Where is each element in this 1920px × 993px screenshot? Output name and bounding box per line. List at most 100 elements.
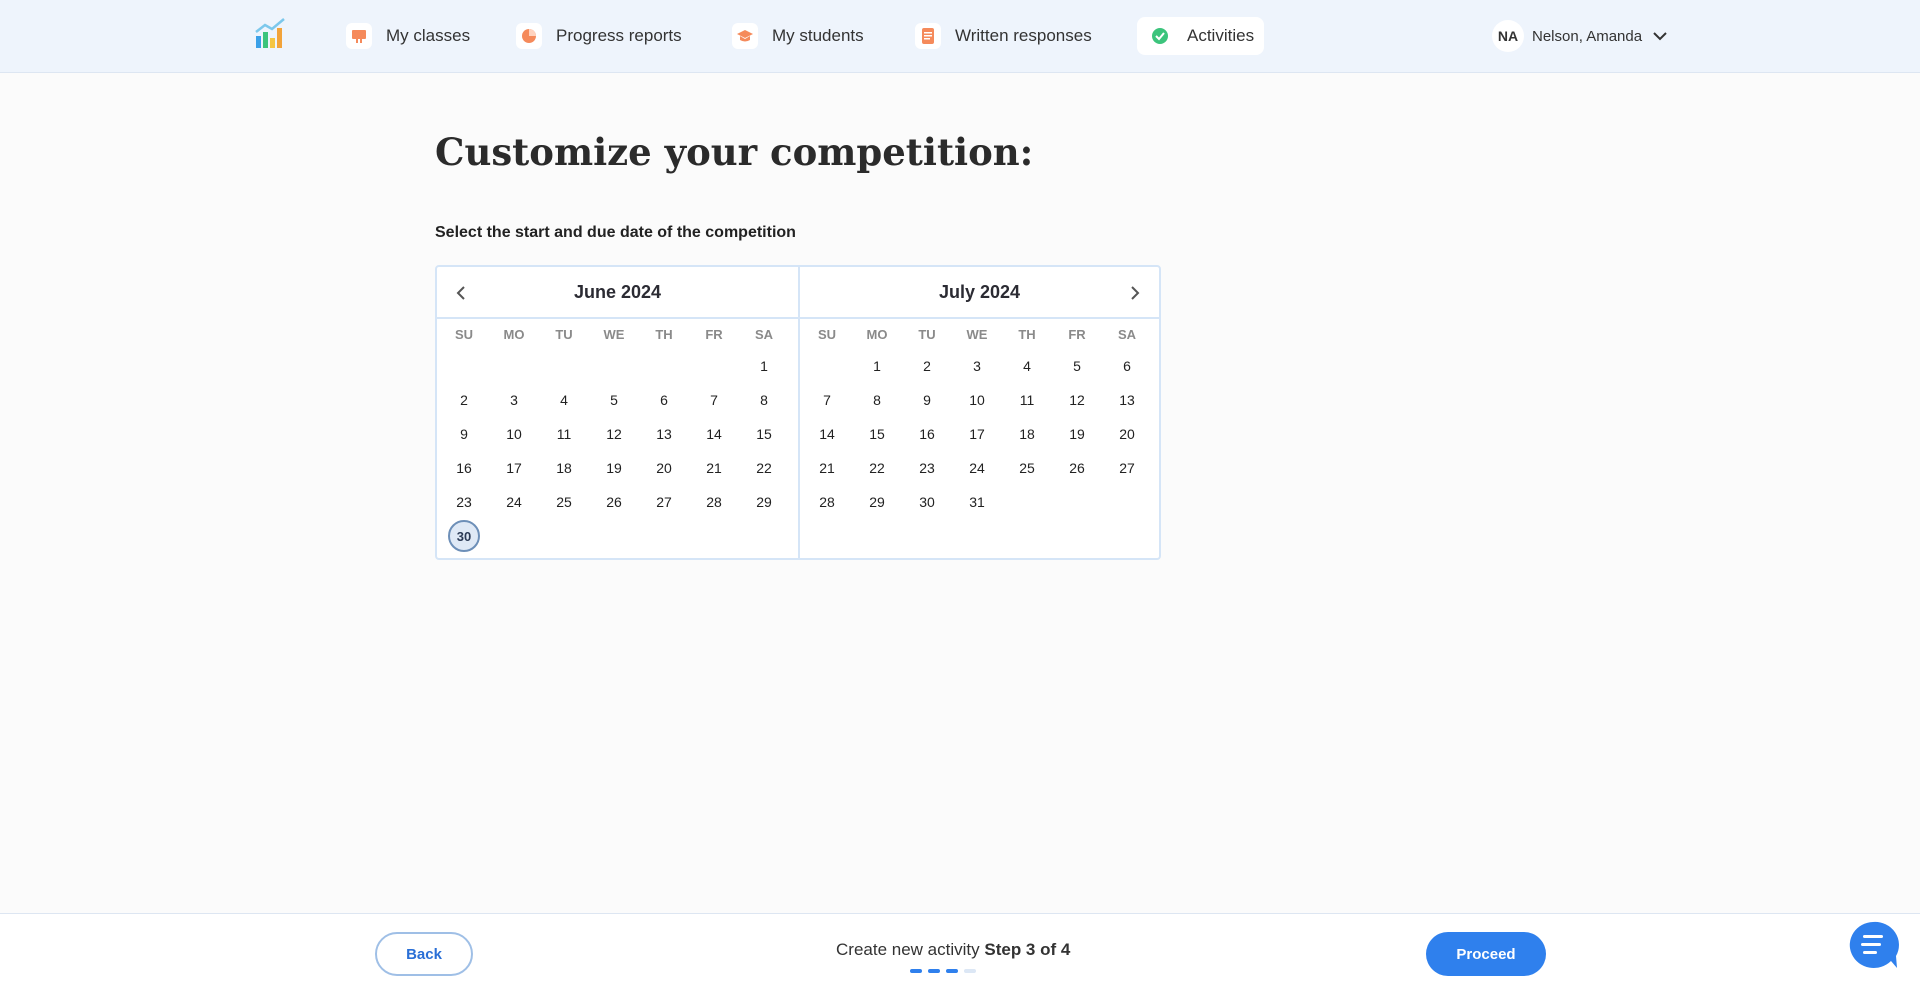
proceed-button[interactable]: Proceed xyxy=(1426,932,1546,976)
day-cell[interactable]: 23 xyxy=(902,451,952,485)
day-number: 27 xyxy=(656,494,672,510)
day-cell[interactable]: 8 xyxy=(852,383,902,417)
day-cell[interactable]: 3 xyxy=(489,383,539,417)
day-number: 6 xyxy=(660,392,668,408)
graduation-cap-icon xyxy=(732,23,758,49)
day-cell[interactable]: 19 xyxy=(1052,417,1102,451)
day-cell[interactable]: 2 xyxy=(902,349,952,383)
day-cell[interactable]: 16 xyxy=(902,417,952,451)
day-cell[interactable]: 25 xyxy=(1002,451,1052,485)
week-row: 14 15 16 17 18 19 20 xyxy=(802,417,1157,451)
day-cell[interactable]: 13 xyxy=(1102,383,1152,417)
day-cell[interactable]: 22 xyxy=(852,451,902,485)
nav-my-classes[interactable]: My classes xyxy=(336,17,480,55)
day-cell[interactable]: 21 xyxy=(689,451,739,485)
day-cell[interactable]: 24 xyxy=(489,485,539,519)
nav-activities[interactable]: Activities xyxy=(1137,17,1265,55)
day-cell[interactable]: 16 xyxy=(439,451,489,485)
day-number: 1 xyxy=(760,358,768,374)
back-button[interactable]: Back xyxy=(375,932,473,976)
day-cell[interactable]: 29 xyxy=(739,485,789,519)
day-cell[interactable]: 7 xyxy=(802,383,852,417)
day-cell[interactable]: 30 xyxy=(439,519,489,553)
day-number: 16 xyxy=(456,460,472,476)
day-cell[interactable]: 30 xyxy=(902,485,952,519)
day-cell[interactable]: 28 xyxy=(689,485,739,519)
day-cell[interactable]: 10 xyxy=(952,383,1002,417)
day-cell[interactable]: 15 xyxy=(852,417,902,451)
check-circle-icon xyxy=(1147,23,1173,49)
progress-dash xyxy=(964,969,976,973)
empty-day-cell xyxy=(639,519,689,553)
day-cell[interactable]: 26 xyxy=(1052,451,1102,485)
day-cell[interactable]: 8 xyxy=(739,383,789,417)
nav-my-students[interactable]: My students xyxy=(722,17,874,55)
chat-icon[interactable] xyxy=(1847,920,1899,970)
day-cell[interactable]: 14 xyxy=(802,417,852,451)
day-cell[interactable]: 4 xyxy=(539,383,589,417)
nav-written-responses[interactable]: Written responses xyxy=(905,17,1102,55)
day-cell[interactable]: 20 xyxy=(639,451,689,485)
day-cell[interactable]: 18 xyxy=(539,451,589,485)
day-cell[interactable]: 19 xyxy=(589,451,639,485)
day-cell[interactable]: 11 xyxy=(1002,383,1052,417)
day-cell[interactable]: 24 xyxy=(952,451,1002,485)
day-cell[interactable]: 12 xyxy=(589,417,639,451)
day-cell[interactable]: 23 xyxy=(439,485,489,519)
day-cell[interactable]: 21 xyxy=(802,451,852,485)
week-row: 16 17 18 19 20 21 22 xyxy=(439,451,796,485)
chevron-right-icon[interactable] xyxy=(1124,282,1146,304)
day-cell[interactable]: 27 xyxy=(639,485,689,519)
chevron-down-icon[interactable] xyxy=(1652,31,1668,41)
day-number: 26 xyxy=(606,494,622,510)
day-cell[interactable]: 20 xyxy=(1102,417,1152,451)
day-number: 21 xyxy=(706,460,722,476)
week-row: 21 22 23 24 25 26 27 xyxy=(802,451,1157,485)
nav-progress-reports[interactable]: Progress reports xyxy=(506,17,692,55)
nav-label: Progress reports xyxy=(556,26,682,45)
day-cell[interactable]: 31 xyxy=(952,485,1002,519)
day-cell[interactable]: 15 xyxy=(739,417,789,451)
chevron-left-icon[interactable] xyxy=(450,282,472,304)
user-menu[interactable]: NA Nelson, Amanda xyxy=(1492,20,1668,52)
day-cell[interactable]: 12 xyxy=(1052,383,1102,417)
day-cell[interactable]: 7 xyxy=(689,383,739,417)
day-cell[interactable]: 18 xyxy=(1002,417,1052,451)
day-cell[interactable]: 9 xyxy=(439,417,489,451)
app-logo-icon[interactable] xyxy=(254,16,288,50)
day-cell[interactable]: 13 xyxy=(639,417,689,451)
nav-label: Activities xyxy=(1187,26,1255,45)
day-number: 6 xyxy=(1123,358,1131,374)
day-cell[interactable]: 6 xyxy=(639,383,689,417)
day-number: 15 xyxy=(869,426,885,442)
day-cell[interactable]: 17 xyxy=(952,417,1002,451)
day-cell[interactable]: 26 xyxy=(589,485,639,519)
day-cell[interactable]: 2 xyxy=(439,383,489,417)
day-cell[interactable]: 29 xyxy=(852,485,902,519)
day-cell[interactable]: 4 xyxy=(1002,349,1052,383)
day-cell[interactable]: 10 xyxy=(489,417,539,451)
day-number: 21 xyxy=(819,460,835,476)
day-cell[interactable]: 1 xyxy=(739,349,789,383)
day-cell[interactable]: 1 xyxy=(852,349,902,383)
day-number: 4 xyxy=(1023,358,1031,374)
day-cell[interactable]: 14 xyxy=(689,417,739,451)
day-cell[interactable]: 17 xyxy=(489,451,539,485)
day-cell[interactable]: 5 xyxy=(589,383,639,417)
day-cell[interactable]: 6 xyxy=(1102,349,1152,383)
day-cell[interactable]: 3 xyxy=(952,349,1002,383)
day-number: 17 xyxy=(506,460,522,476)
day-cell[interactable]: 22 xyxy=(739,451,789,485)
day-cell[interactable]: 27 xyxy=(1102,451,1152,485)
weekday-label: FR xyxy=(705,326,723,342)
day-cell[interactable]: 11 xyxy=(539,417,589,451)
day-cell[interactable]: 9 xyxy=(902,383,952,417)
day-cell[interactable]: 5 xyxy=(1052,349,1102,383)
day-number: 14 xyxy=(706,426,722,442)
step-label: Step 3 of 4 xyxy=(984,940,1071,959)
day-cell[interactable]: 25 xyxy=(539,485,589,519)
day-cell[interactable]: 28 xyxy=(802,485,852,519)
empty-day-cell xyxy=(802,349,852,383)
pie-chart-icon xyxy=(516,23,542,49)
day-number: 15 xyxy=(756,426,772,442)
